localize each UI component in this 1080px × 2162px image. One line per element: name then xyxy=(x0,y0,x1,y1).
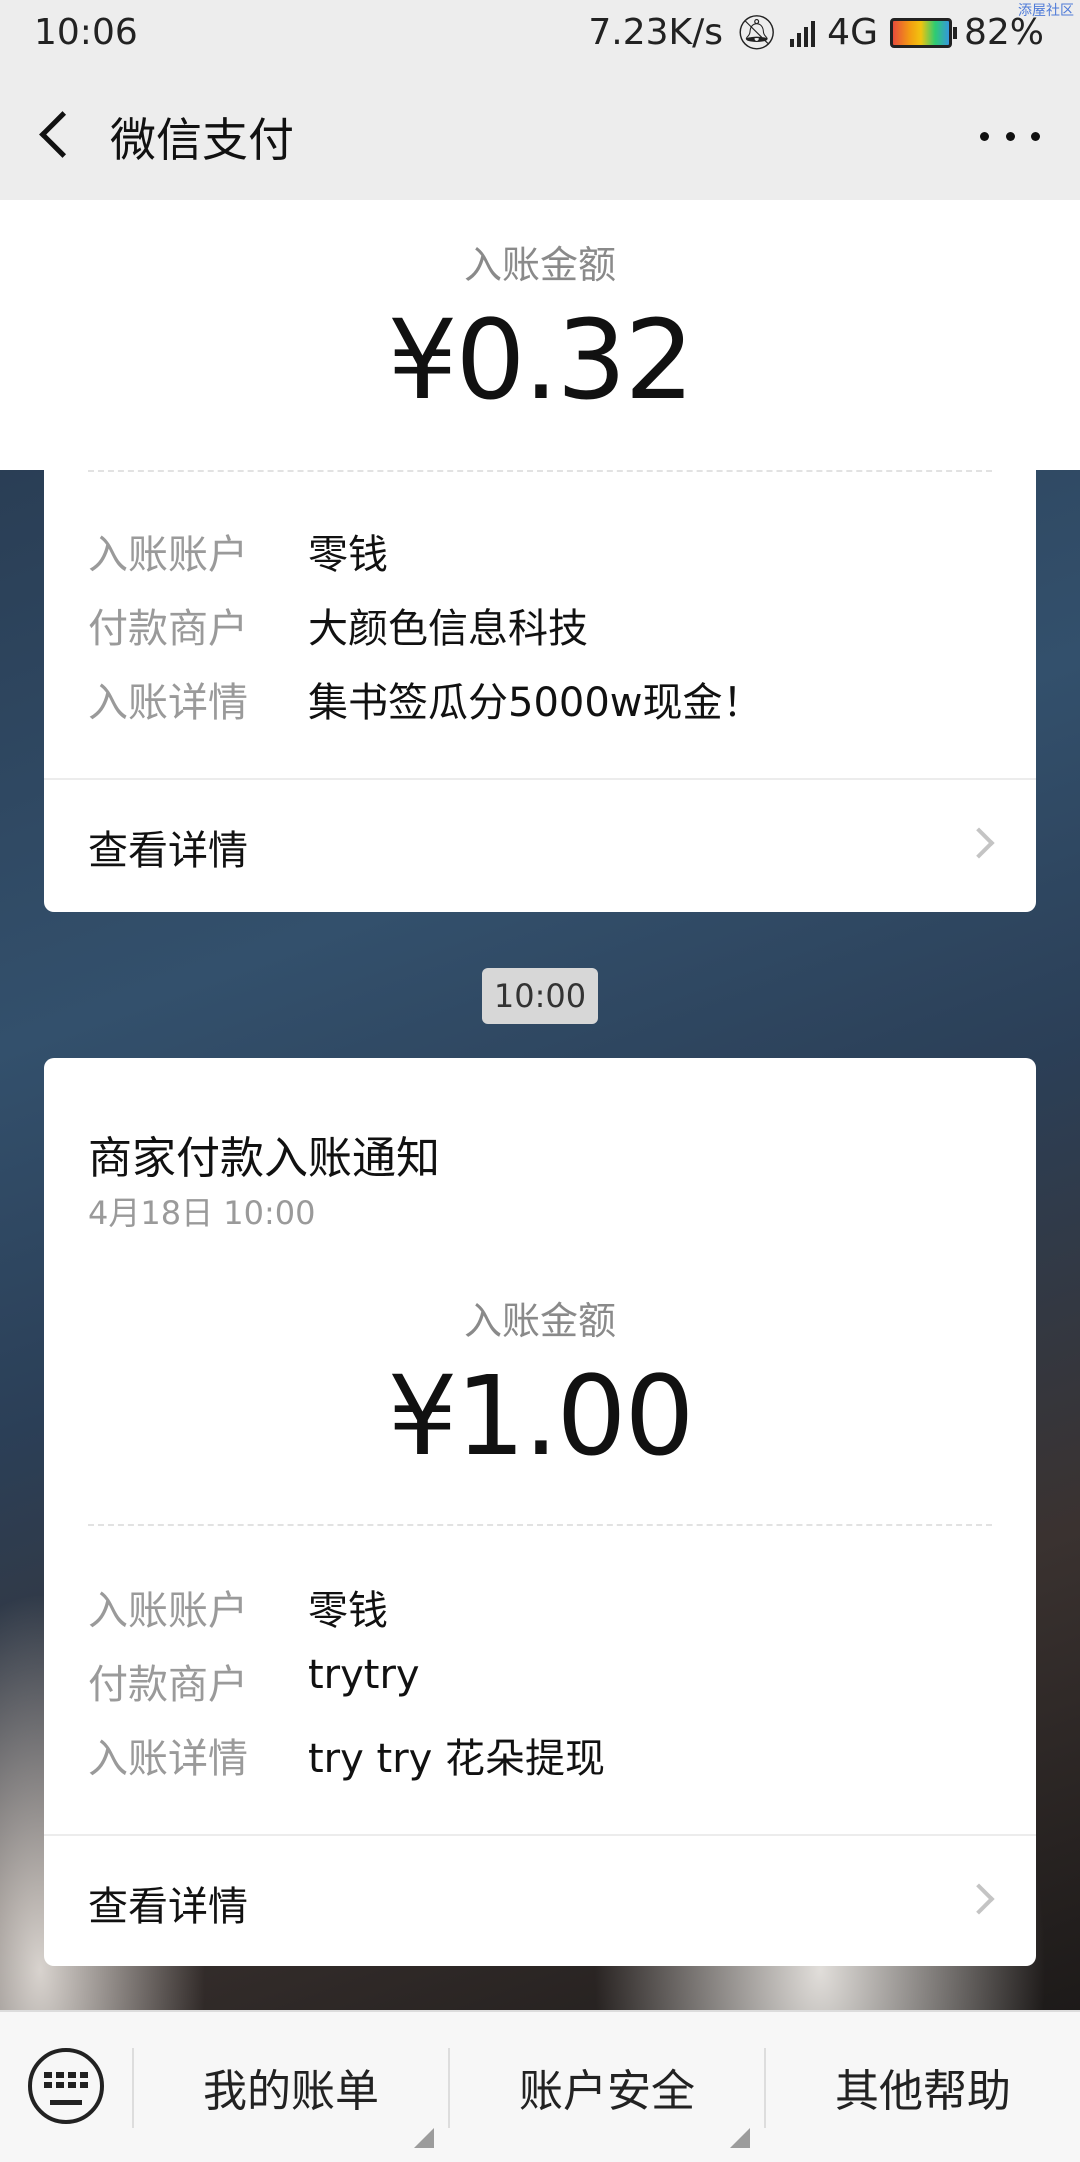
info-label: 入账账户 xyxy=(88,1588,248,1634)
status-indicators: 7.23K/s 🔕︎ 4G 82% xyxy=(588,12,1044,53)
info-value: 大颜色信息科技 xyxy=(308,606,588,652)
info-value: trytry xyxy=(308,1652,420,1698)
menu-label: 我的账单 xyxy=(203,2066,379,2117)
chevron-left-icon[interactable] xyxy=(36,106,86,166)
bottom-menu: 我的账单 账户安全 其他帮助 xyxy=(0,2010,1080,2162)
submenu-indicator-icon xyxy=(730,2128,750,2148)
bell-muted-icon: 🔕︎ xyxy=(735,12,779,53)
info-label: 入账详情 xyxy=(88,1736,248,1782)
info-label: 付款商户 xyxy=(88,1662,248,1708)
network-speed: 7.23K/s xyxy=(588,12,723,53)
view-details-link[interactable]: 查看详情 xyxy=(44,1836,1036,1966)
status-bar: 10:06 7.23K/s 🔕︎ 4G 82% 添屋社区 xyxy=(0,0,1080,70)
info-value: 零钱 xyxy=(308,532,388,578)
menu-account-security[interactable]: 账户安全 xyxy=(450,2012,764,2162)
signal-icon xyxy=(790,19,816,47)
view-details-label: 查看详情 xyxy=(88,1884,248,1930)
page-title: 微信支付 xyxy=(110,113,294,167)
menu-label: 账户安全 xyxy=(519,2066,695,2117)
payment-card: 入账金额 ¥0.32 入账账户 零钱 付款商户 大颜色信息科技 入账详情 集书签… xyxy=(44,200,1036,912)
amount-label: 入账金额 xyxy=(463,1299,616,1343)
time-separator: 10:00 xyxy=(482,968,598,1024)
payment-card: 商家付款入账通知 4月18日 10:00 入账金额 ¥1.00 入账账户 零钱 … xyxy=(44,1058,1036,1966)
submenu-indicator-icon xyxy=(414,2128,434,2148)
menu-my-bills[interactable]: 我的账单 xyxy=(134,2012,448,2162)
info-label: 入账详情 xyxy=(88,680,248,726)
status-time: 10:06 xyxy=(34,12,138,53)
more-horizontal-icon[interactable] xyxy=(980,116,1040,156)
info-value: 零钱 xyxy=(308,1588,388,1634)
notification-title: 商家付款入账通知 xyxy=(88,1133,440,1184)
battery-icon xyxy=(889,17,957,48)
keyboard-icon[interactable] xyxy=(28,2048,104,2124)
divider xyxy=(88,1524,992,1526)
chevron-right-icon xyxy=(963,827,995,859)
nav-bar: 微信支付 xyxy=(0,70,1080,200)
notification-date: 4月18日 10:00 xyxy=(88,1194,316,1232)
menu-other-help[interactable]: 其他帮助 xyxy=(766,2012,1080,2162)
amount-value: ¥0.32 xyxy=(387,296,695,424)
info-value: 集书签瓜分5000w现金！ xyxy=(308,680,763,726)
view-details-link[interactable]: 查看详情 xyxy=(44,780,1036,910)
info-value: try try 花朵提现 xyxy=(308,1736,606,1782)
chevron-right-icon xyxy=(963,1883,995,1915)
watermark: 添屋社区 xyxy=(1018,3,1074,19)
view-details-label: 查看详情 xyxy=(88,828,248,874)
info-label: 付款商户 xyxy=(88,606,248,652)
info-label: 入账账户 xyxy=(88,532,248,578)
amount-label: 入账金额 xyxy=(463,243,616,287)
menu-label: 其他帮助 xyxy=(835,2066,1011,2117)
divider xyxy=(88,470,992,472)
amount-value: ¥1.00 xyxy=(387,1352,695,1480)
network-type: 4G xyxy=(827,12,878,53)
